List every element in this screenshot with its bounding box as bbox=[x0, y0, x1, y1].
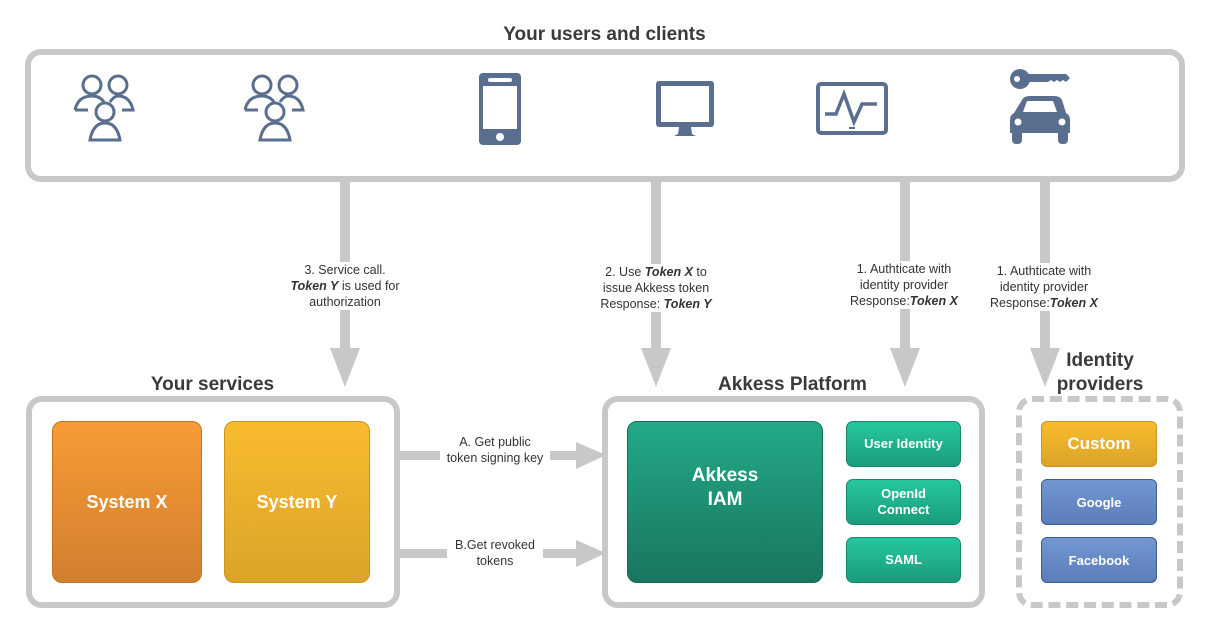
token-name: Token X bbox=[909, 294, 958, 308]
token-name: Token X bbox=[644, 265, 693, 279]
flow-label-auth-idp: 1. Authticate with identity provider Res… bbox=[978, 263, 1110, 311]
label-line: Response: Token Y bbox=[583, 296, 729, 312]
monitoring-display-icon bbox=[816, 82, 888, 135]
token-name: Token X bbox=[1049, 296, 1098, 310]
label-text: Response: bbox=[850, 294, 910, 308]
iam-line: Akkess bbox=[691, 465, 759, 486]
system-y-tile: System Y bbox=[224, 421, 370, 583]
flow-label-service-call: 3. Service call. Token Y is used for aut… bbox=[272, 262, 418, 310]
token-name: Token Y bbox=[663, 297, 712, 311]
label-line: identity provider bbox=[859, 278, 949, 292]
car-key-icon bbox=[1010, 69, 1070, 144]
label-text: is used for bbox=[338, 279, 400, 293]
user-identity-module: User Identity bbox=[846, 421, 961, 467]
mobile-phone-icon bbox=[479, 73, 521, 145]
label-line: 1. Authticate with bbox=[996, 264, 1092, 278]
label-text: to bbox=[692, 265, 707, 279]
label-line: A. Get public bbox=[459, 435, 531, 449]
label-line: issue Akkess token bbox=[602, 281, 710, 295]
label-line: Response:Token X bbox=[978, 295, 1110, 311]
openid-connect-module: OpenId Connect bbox=[846, 479, 961, 525]
label-line: tokens bbox=[476, 554, 514, 568]
token-name: Token Y bbox=[290, 279, 339, 293]
saml-module: SAML bbox=[846, 537, 961, 583]
flow-label-get-key: A. Get public token signing key bbox=[440, 434, 550, 466]
desktop-monitor-icon bbox=[656, 81, 714, 136]
idp-title: Identity providers bbox=[1040, 349, 1160, 397]
label-line: identity provider bbox=[999, 280, 1089, 294]
idp-facebook: Facebook bbox=[1041, 537, 1157, 583]
services-title: Your services bbox=[150, 374, 275, 395]
flow-label-get-revoked: B.Get revoked tokens bbox=[447, 537, 543, 569]
akkess-iam-tile: Akkess IAM bbox=[627, 421, 823, 583]
system-x-tile: System X bbox=[52, 421, 202, 583]
label-text: Response: bbox=[990, 296, 1050, 310]
flow-label-use-token: 2. Use Token X to issue Akkess token Res… bbox=[583, 264, 729, 312]
label-line: B.Get revoked bbox=[455, 538, 535, 552]
label-line: 3. Service call. bbox=[304, 263, 386, 277]
clients-title: Your users and clients bbox=[503, 24, 706, 45]
label-line: authorization bbox=[309, 295, 381, 309]
idp-custom: Custom bbox=[1041, 421, 1157, 467]
platform-title: Akkess Platform bbox=[718, 374, 867, 395]
label-line: 1. Authticate with bbox=[856, 262, 952, 276]
label-line: Response:Token X bbox=[838, 293, 970, 309]
label-line: Token Y is used for bbox=[272, 278, 418, 294]
label-line: token signing key bbox=[446, 451, 544, 465]
title-line: providers bbox=[1056, 374, 1144, 395]
users-group-icon bbox=[243, 74, 305, 142]
users-group-icon bbox=[73, 74, 135, 142]
idp-google: Google bbox=[1041, 479, 1157, 525]
label-text: 2. Use bbox=[605, 265, 645, 279]
iam-line: IAM bbox=[707, 489, 743, 510]
label-text: Response: bbox=[600, 297, 664, 311]
title-line: Identity bbox=[1066, 350, 1134, 371]
flow-label-auth-platform: 1. Authticate with identity provider Res… bbox=[838, 261, 970, 309]
label-line: 2. Use Token X to bbox=[583, 264, 729, 280]
